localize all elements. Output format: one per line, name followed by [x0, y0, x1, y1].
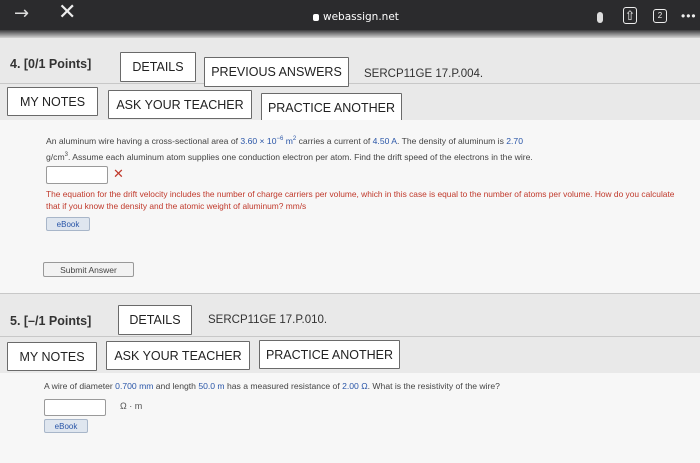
tabs-icon[interactable]: 2 — [653, 9, 667, 23]
mic-icon[interactable] — [597, 12, 603, 23]
divider — [0, 336, 700, 337]
q4-ebook-button[interactable]: eBook — [46, 217, 90, 231]
q4-my-notes-button[interactable]: MY NOTES — [7, 87, 98, 116]
q4-ask-teacher-button[interactable]: ASK YOUR TEACHER — [108, 90, 252, 119]
q4-practice-another-button[interactable]: PRACTICE ANOTHER — [261, 93, 402, 122]
q5-problem-code: SERCP11GE 17.P.010. — [208, 314, 328, 326]
q4-answer-input[interactable] — [46, 166, 108, 184]
wrong-answer-icon: ✕ — [113, 167, 124, 182]
q5-answer-input[interactable] — [44, 399, 106, 416]
divider — [0, 293, 700, 294]
share-icon[interactable]: ⇧ — [623, 7, 637, 24]
divider — [0, 83, 700, 84]
q5-my-notes-button[interactable]: MY NOTES — [7, 342, 97, 371]
lock-icon — [313, 13, 319, 21]
toolbar-shadow — [0, 30, 700, 38]
close-icon[interactable]: ✕ — [58, 0, 76, 25]
back-arrow-icon[interactable]: → — [14, 3, 29, 24]
q5-ebook-button[interactable]: eBook — [44, 419, 88, 433]
q5-unit-label: Ω · m — [120, 401, 143, 411]
q5-title: 5. [–/1 Points] — [10, 314, 92, 328]
q4-previous-answers-button[interactable]: PREVIOUS ANSWERS — [204, 57, 349, 87]
q5-practice-another-button[interactable]: PRACTICE ANOTHER — [259, 340, 400, 369]
q4-title: 4. [0/1 Points] — [10, 57, 92, 71]
q5-details-button[interactable]: DETAILS — [118, 305, 192, 335]
q5-question-text: A wire of diameter 0.700 mm and length 5… — [44, 381, 500, 391]
q4-feedback-text: The equation for the drift velocity incl… — [46, 189, 675, 211]
url-text: webassign.net — [323, 11, 399, 23]
q4-details-button[interactable]: DETAILS — [120, 52, 196, 82]
q4-question-text: An aluminum wire having a cross-sectiona… — [46, 135, 533, 162]
q4-submit-answer-button[interactable]: Submit Answer — [43, 262, 134, 277]
more-icon[interactable]: ••• — [681, 9, 697, 23]
address-bar[interactable]: webassign.net — [313, 11, 399, 23]
q5-ask-teacher-button[interactable]: ASK YOUR TEACHER — [106, 341, 250, 370]
q4-problem-code: SERCP11GE 17.P.004. — [364, 68, 484, 80]
